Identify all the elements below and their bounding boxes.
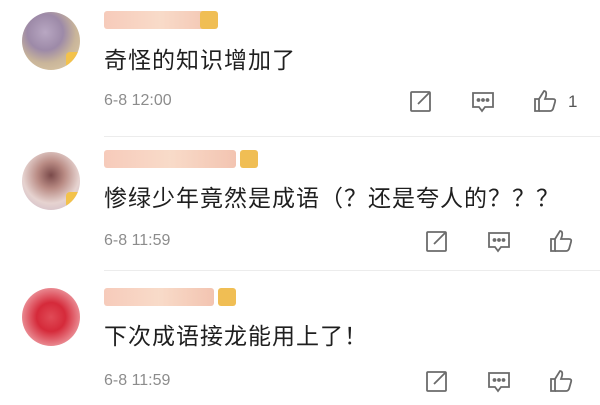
comment-icon[interactable] (486, 228, 512, 254)
avatar[interactable] (22, 152, 80, 210)
member-badge-icon (218, 288, 236, 306)
like-icon[interactable] (532, 88, 558, 114)
member-badge-icon (200, 11, 218, 29)
username-blurred[interactable] (104, 288, 214, 306)
like-icon[interactable] (548, 368, 574, 394)
comment-text: 惨绿少年竟然是成语（？还是夸人的？？？ (104, 186, 560, 212)
edit-icon[interactable] (408, 88, 434, 114)
avatar[interactable] (22, 288, 80, 346)
avatar[interactable] (22, 12, 80, 70)
like-count: 1 (568, 92, 578, 111)
comment-icon[interactable] (486, 368, 512, 394)
like-icon[interactable] (548, 228, 574, 254)
verified-badge-icon (66, 192, 80, 208)
comment-icon[interactable] (470, 88, 496, 114)
divider (104, 136, 600, 137)
comment-time: 6-8 11:59 (104, 372, 171, 389)
edit-icon[interactable] (424, 228, 450, 254)
member-badge-icon (240, 150, 258, 168)
comment-text: 奇怪的知识增加了 (104, 48, 296, 74)
comment-time: 6-8 12:00 (104, 92, 172, 109)
comment-time: 6-8 11:59 (104, 232, 171, 249)
edit-icon[interactable] (424, 368, 450, 394)
username-blurred[interactable] (104, 150, 236, 168)
comment-text: 下次成语接龙能用上了！ (104, 324, 368, 350)
verified-badge-icon (66, 52, 80, 68)
divider (104, 270, 600, 271)
